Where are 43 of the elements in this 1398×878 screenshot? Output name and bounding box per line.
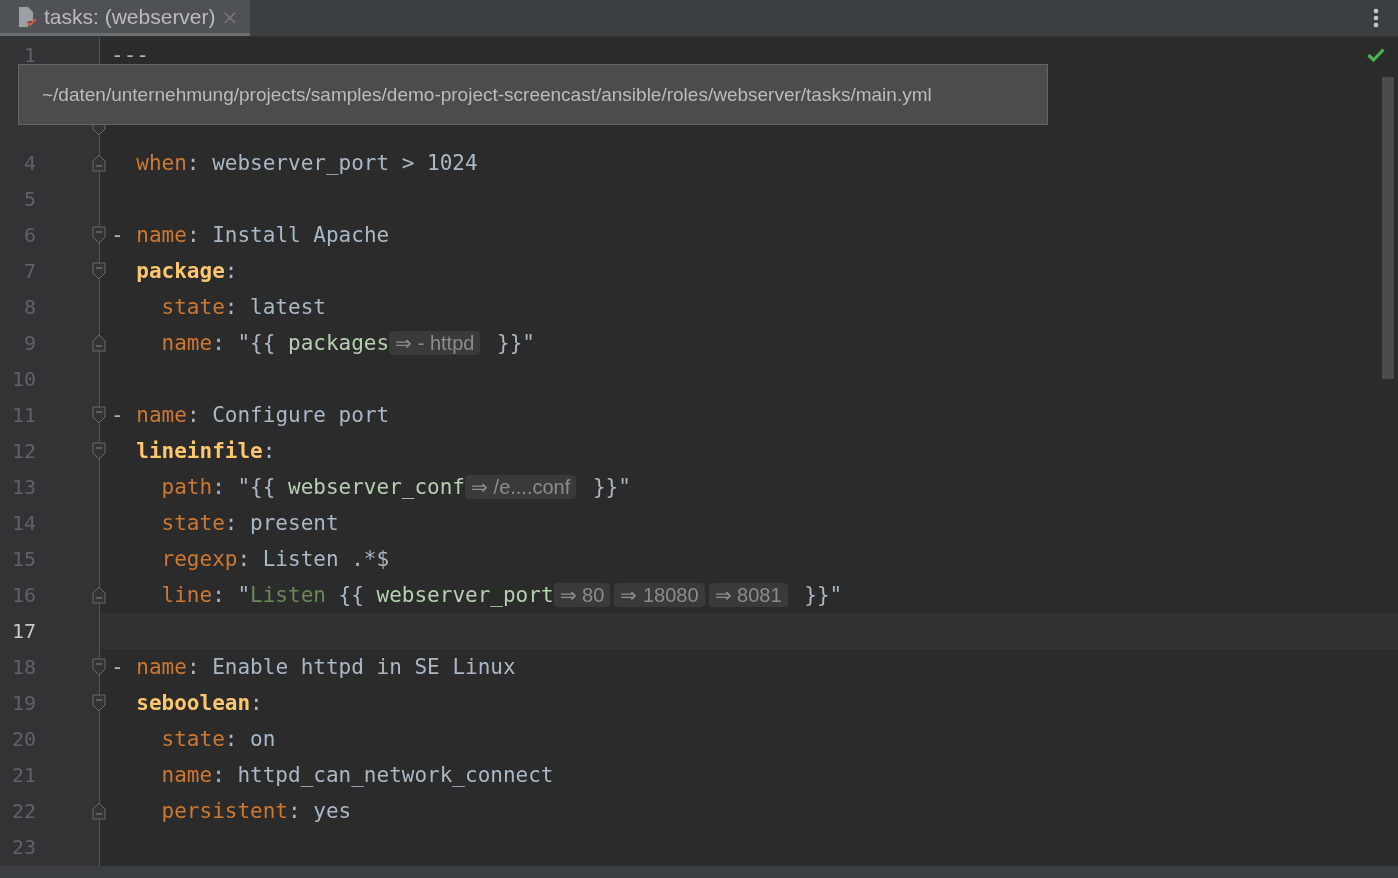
more-options-icon[interactable] [1373, 8, 1379, 28]
line-number: 17 [10, 619, 36, 643]
code-text: name: "{{ packages [161, 331, 390, 355]
file-check-icon [16, 5, 38, 28]
tab-title: tasks: (webserver) [44, 4, 216, 29]
fold-icon[interactable] [92, 442, 106, 460]
scrollbar-thumb[interactable] [1382, 77, 1394, 379]
code-text: seboolean: [136, 691, 263, 715]
code-text: regexp: Listen .*$ [161, 547, 390, 571]
fold-end-icon[interactable] [92, 586, 106, 604]
code-text: name: httpd_can_network_connect [161, 763, 554, 787]
code-text: line: "Listen {{ webserver_port [161, 583, 554, 607]
code-text: package: [136, 259, 238, 283]
inlay-hint: ⇒ 18080 [614, 583, 705, 607]
code-text: persistent: yes [161, 799, 352, 823]
fold-icon[interactable] [92, 694, 106, 712]
code-text: - name: Enable httpd in SE Linux [111, 655, 516, 679]
inlay-hint: ⇒ 80 [553, 583, 611, 607]
code-text: }}" [591, 475, 631, 499]
editor-tab[interactable]: tasks: (webserver) × [0, 0, 251, 36]
code-text: state: present [161, 511, 339, 535]
code-text: - name: Configure port [111, 403, 390, 427]
code-text: }}" [803, 583, 843, 607]
inlay-hint: ⇒ 8081 [708, 583, 788, 607]
code-text: lineinfile: [136, 439, 276, 463]
code-text: state: on [161, 727, 276, 751]
fold-end-icon[interactable] [92, 802, 106, 820]
fold-end-icon[interactable] [92, 334, 106, 352]
code-text: - name: Install Apache [111, 223, 390, 247]
fold-end-icon[interactable] [92, 154, 106, 172]
fold-icon[interactable] [92, 406, 106, 424]
fold-icon[interactable] [92, 658, 106, 676]
code-text: when: webserver_port > 1024 [136, 151, 478, 175]
inlay-hint: ⇒ /e....conf [465, 475, 577, 499]
code-text: }}" [496, 331, 535, 355]
fold-icon[interactable] [92, 262, 106, 280]
code-text: state: latest [161, 295, 326, 319]
code-text: path: "{{ webserver_conf [161, 475, 465, 499]
file-path-tooltip: ~/daten/unternehmung/projects/samples/demo-project-screencast/ansible/roles/webserver/tasks/main.yml [18, 64, 1048, 125]
fold-icon[interactable] [92, 226, 106, 244]
code-text: --- [111, 43, 149, 67]
checkmark-icon [1367, 48, 1385, 62]
inlay-hint: ⇒ - httpd [389, 331, 481, 355]
